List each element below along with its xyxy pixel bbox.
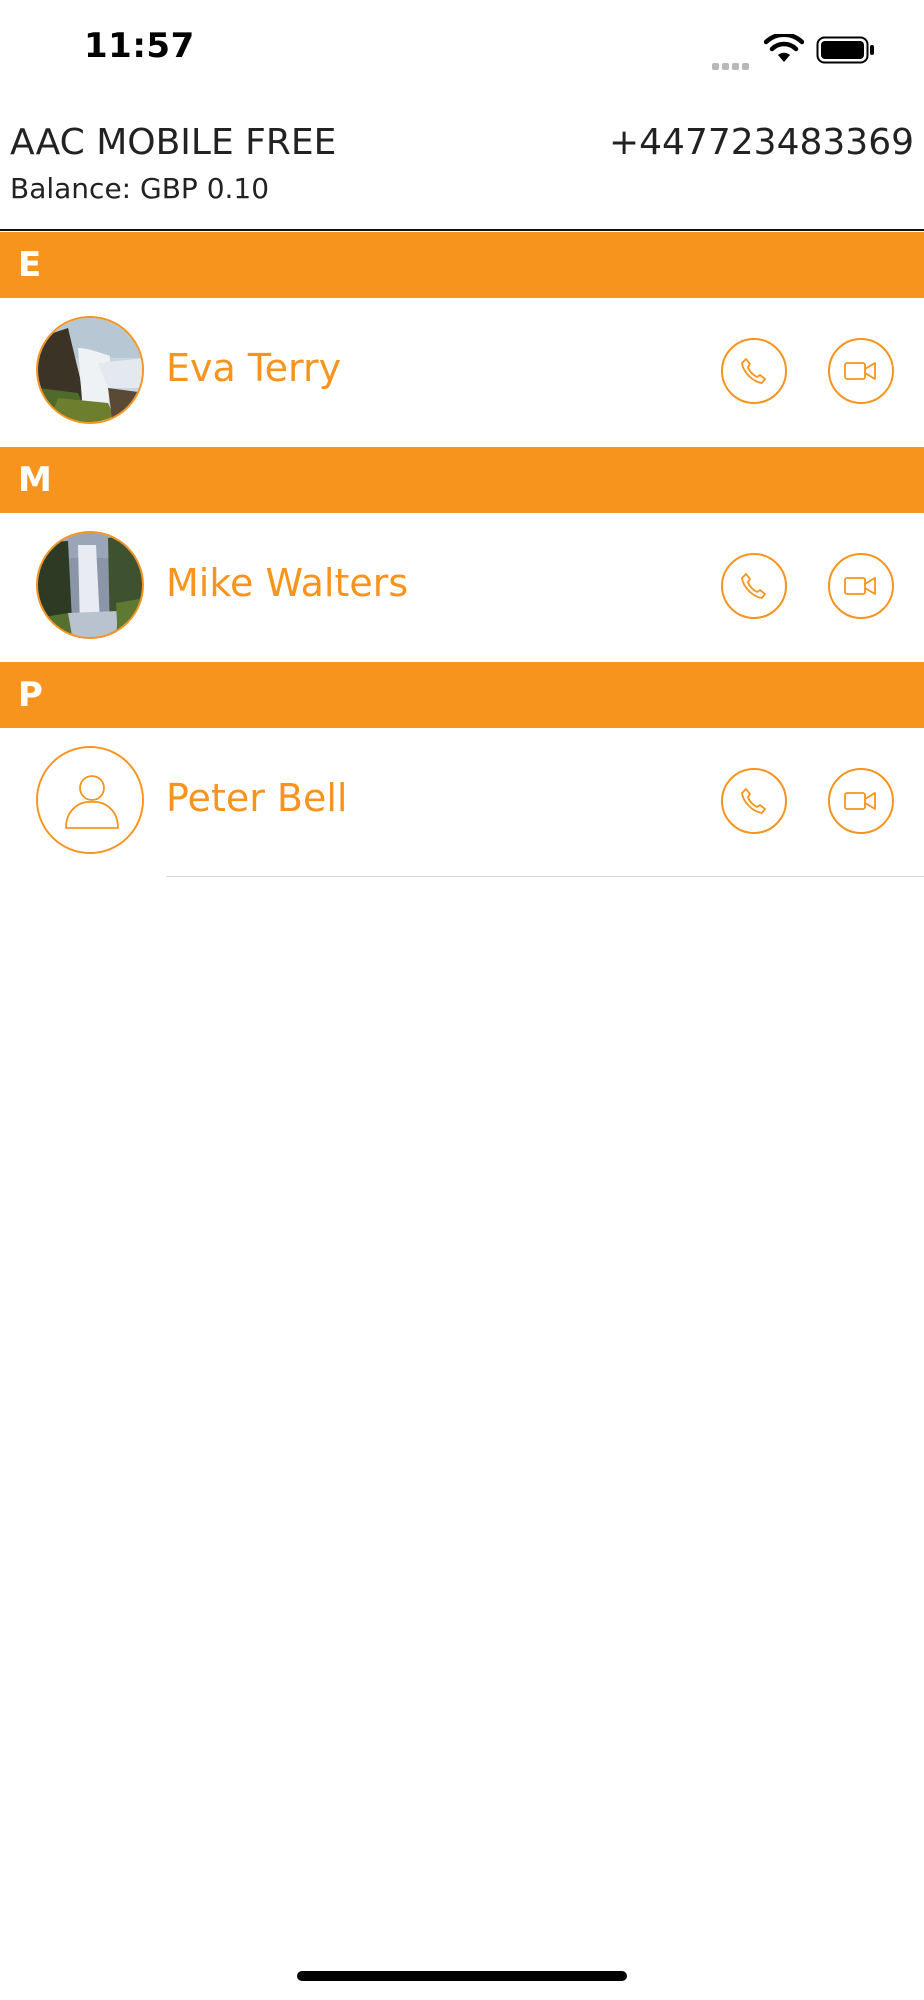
contact-name: Eva Terry xyxy=(166,346,342,390)
video-call-button[interactable] xyxy=(828,768,894,834)
avatar xyxy=(36,531,144,639)
contacts-list: E Eva Terry M Mike Walters P Peter Bell xyxy=(0,232,924,877)
video-camera-icon xyxy=(844,362,876,380)
video-camera-icon xyxy=(844,792,876,810)
contact-row[interactable]: Eva Terry xyxy=(0,298,924,447)
video-call-button[interactable] xyxy=(828,553,894,619)
battery-icon xyxy=(816,36,876,68)
contact-name: Mike Walters xyxy=(166,561,409,605)
header-divider xyxy=(0,229,924,231)
balance-label: Balance: GBP 0.10 xyxy=(10,172,270,205)
video-camera-icon xyxy=(844,577,876,595)
contact-row[interactable]: Peter Bell xyxy=(0,728,924,877)
section-header-e: E xyxy=(0,232,924,298)
section-header-m: M xyxy=(0,447,924,513)
status-bar: 11:57 xyxy=(0,0,924,100)
wifi-icon xyxy=(763,32,805,68)
section-header-p: P xyxy=(0,662,924,728)
contact-row[interactable]: Mike Walters xyxy=(0,513,924,662)
account-phone-number: +447723483369 xyxy=(608,122,914,163)
avatar xyxy=(36,746,144,854)
video-call-button[interactable] xyxy=(828,338,894,404)
app-title: AAC MOBILE FREE xyxy=(10,122,337,163)
app-header: AAC MOBILE FREE Balance: GBP 0.10 +44772… xyxy=(0,100,924,230)
cellular-signal-icon xyxy=(712,55,752,74)
row-divider xyxy=(166,876,924,877)
avatar xyxy=(36,316,144,424)
status-time: 11:57 xyxy=(84,26,195,66)
phone-icon xyxy=(741,358,766,384)
phone-icon xyxy=(741,788,766,814)
call-button[interactable] xyxy=(721,768,787,834)
home-indicator[interactable] xyxy=(297,1971,627,1981)
phone-icon xyxy=(741,573,766,599)
contact-name: Peter Bell xyxy=(166,776,348,820)
person-placeholder-icon xyxy=(38,748,142,852)
call-button[interactable] xyxy=(721,338,787,404)
call-button[interactable] xyxy=(721,553,787,619)
